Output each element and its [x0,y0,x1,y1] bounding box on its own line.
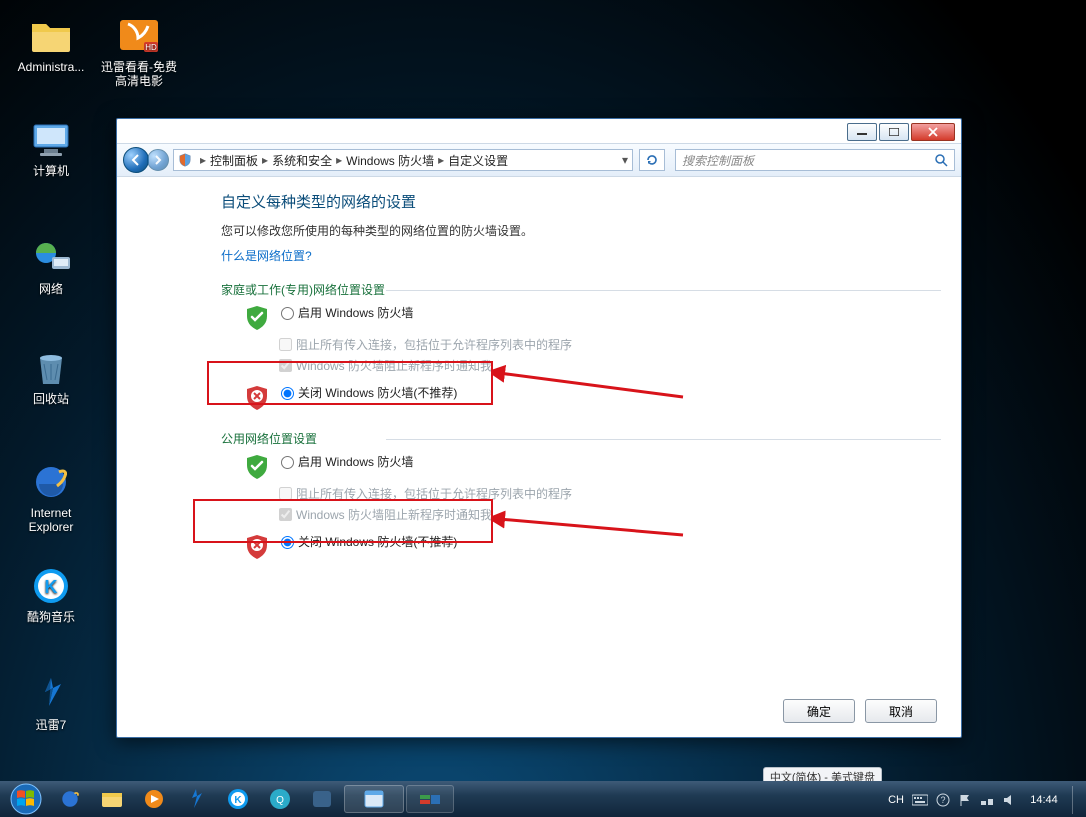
page-description: 您可以修改您所使用的每种类型的网络位置的防火墙设置。 [221,222,931,239]
shield-cross-icon [243,384,271,412]
chevron-right-icon: ▸ [258,153,272,167]
tray-network-icon[interactable] [980,793,994,807]
tray-clock[interactable]: 14:44 [1024,794,1064,806]
xunlei-kankan-icon: HD [116,16,162,56]
chevron-down-icon[interactable]: ▾ [618,153,628,167]
computer-icon [28,120,74,160]
page-title: 自定义每种类型的网络的设置 [221,191,931,212]
nav-forward-button[interactable] [147,149,169,171]
search-input[interactable]: 搜索控制面板 [675,149,955,171]
content-pane: 自定义每种类型的网络的设置 您可以修改您所使用的每种类型的网络位置的防火墙设置。… [117,177,961,691]
desktop-icon-ie[interactable]: InternetExplorer [16,462,86,534]
taskbar-app-button[interactable]: Q [260,785,300,813]
icon-label: Administra... [16,60,86,74]
shield-check-icon [243,304,271,332]
desktop-icon-recycle[interactable]: 回收站 [16,348,86,406]
public-network-section-title: 公用网络位置设置 [221,430,931,447]
svg-text:K: K [234,795,242,806]
what-is-network-location-link[interactable]: 什么是网络位置? [221,249,312,263]
kugou-icon: K [28,566,74,606]
icon-label: 酷狗音乐 [16,610,86,624]
nav-toolbar: ▸ 控制面板 ▸ 系统和安全 ▸ Windows 防火墙 ▸ 自定义设置 ▾ 搜… [117,143,961,177]
taskbar: K Q CH ? 14:44 [0,781,1086,817]
desktop-icon-xunlei7[interactable]: 迅雷7 [16,674,86,732]
block-incoming-home-checkbox[interactable]: 阻止所有传入连接，包括位于允许程序列表中的程序 [279,336,931,353]
taskbar-ie-button[interactable] [50,785,90,813]
disable-firewall-public-radio[interactable]: 关闭 Windows 防火墙(不推荐) [281,535,457,549]
icon-label: 迅雷看看-免费高清电影 [96,60,182,88]
folder-icon [28,16,74,56]
breadcrumb[interactable]: ▸ 控制面板 ▸ 系统和安全 ▸ Windows 防火墙 ▸ 自定义设置 ▾ [173,149,633,171]
disable-firewall-home-radio[interactable]: 关闭 Windows 防火墙(不推荐) [281,386,457,400]
nav-back-button[interactable] [123,147,149,173]
network-icon [28,238,74,278]
ie-icon [28,462,74,502]
lang-short[interactable]: CH [888,794,904,806]
notify-public-checkbox[interactable]: Windows 防火墙阻止新程序时通知我 [279,506,931,523]
svg-text:?: ? [940,795,945,805]
refresh-button[interactable] [639,149,665,171]
search-icon [935,154,948,167]
tray-keyboard-icon[interactable] [912,794,928,806]
chevron-right-icon: ▸ [332,153,346,167]
start-button[interactable] [4,781,48,817]
enable-firewall-public-radio[interactable]: 启用 Windows 防火墙 [281,455,413,469]
search-placeholder: 搜索控制面板 [682,152,754,169]
shield-icon [178,153,192,167]
chevron-right-icon: ▸ [196,153,210,167]
block-incoming-public-checkbox[interactable]: 阻止所有传入连接，包括位于允许程序列表中的程序 [279,485,931,502]
icon-label: 计算机 [16,164,86,178]
icon-label: InternetExplorer [16,506,86,534]
icon-label: 迅雷7 [16,718,86,732]
xunlei-icon [28,674,74,714]
chevron-right-icon: ▸ [434,153,448,167]
tray-flag-icon[interactable] [958,793,972,807]
desktop-background: Administra... 计算机 网络 回收站 InternetExplore… [0,0,1086,817]
taskbar-xunlei-button[interactable] [176,785,216,813]
tray-help-icon[interactable]: ? [936,793,950,807]
taskbar-window-button[interactable] [406,785,454,813]
taskbar-explorer-button[interactable] [92,785,132,813]
tray-volume-icon[interactable] [1002,793,1016,807]
maximize-button[interactable] [879,123,909,141]
shield-check-icon [243,453,271,481]
minimize-button[interactable] [847,123,877,141]
breadcrumb-item[interactable]: 自定义设置 [448,152,508,169]
shield-cross-icon [243,533,271,561]
taskbar-active-window-button[interactable] [344,785,404,813]
enable-firewall-home-radio[interactable]: 启用 Windows 防火墙 [281,306,413,320]
ok-button[interactable]: 确定 [783,699,855,723]
breadcrumb-item[interactable]: 系统和安全 [272,152,332,169]
close-button[interactable] [911,123,955,141]
taskbar-mediaplayer-button[interactable] [134,785,174,813]
notify-home-checkbox[interactable]: Windows 防火墙阻止新程序时通知我 [279,357,931,374]
desktop-icon-computer[interactable]: 计算机 [16,120,86,178]
taskbar-kugou-button[interactable]: K [218,785,258,813]
breadcrumb-item[interactable]: Windows 防火墙 [346,152,434,169]
icon-label: 网络 [16,282,86,296]
taskbar-app-button[interactable] [302,785,342,813]
desktop-icon-network[interactable]: 网络 [16,238,86,296]
desktop-icon-kugou[interactable]: K 酷狗音乐 [16,566,86,624]
show-desktop-button[interactable] [1072,786,1080,814]
cancel-button[interactable]: 取消 [865,699,937,723]
recycle-bin-icon [28,348,74,388]
svg-text:K: K [45,577,58,597]
icon-label: 回收站 [16,392,86,406]
svg-text:HD: HD [145,43,157,52]
firewall-settings-window: ▸ 控制面板 ▸ 系统和安全 ▸ Windows 防火墙 ▸ 自定义设置 ▾ 搜… [116,118,962,738]
svg-text:Q: Q [276,795,284,806]
desktop-icon-xunlei-kankan[interactable]: HD 迅雷看看-免费高清电影 [96,16,182,88]
home-network-section-title: 家庭或工作(专用)网络位置设置 [221,281,931,298]
system-tray: CH ? 14:44 [888,786,1080,814]
desktop-icon-administrator[interactable]: Administra... [16,16,86,74]
breadcrumb-item[interactable]: 控制面板 [210,152,258,169]
